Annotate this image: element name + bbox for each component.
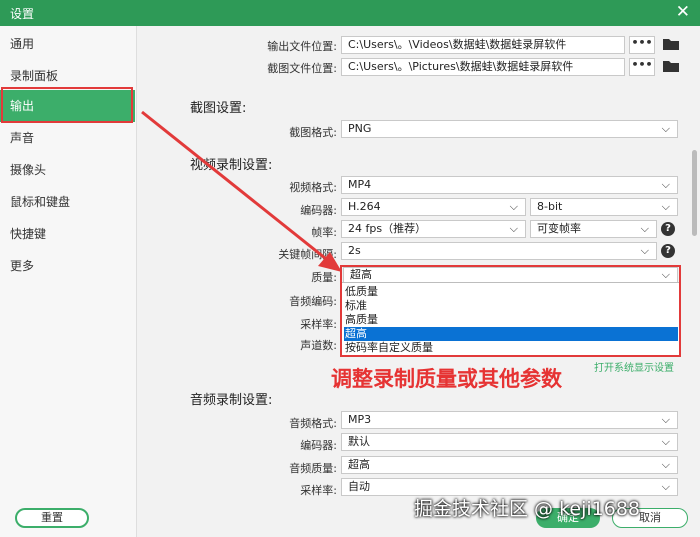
help-icon[interactable]: ? — [661, 244, 675, 258]
screenshot-settings-heading: 截图设置: — [190, 101, 247, 116]
keyframe-interval-label: 关键帧间隔: — [278, 248, 337, 261]
screenshot-folder-browse-button[interactable]: ••• — [629, 58, 655, 76]
annotation-text: 调整录制质量或其他参数 — [331, 367, 562, 391]
keyframe-interval-select[interactable]: 2s ⌵ — [341, 242, 657, 260]
folder-icon[interactable] — [663, 38, 679, 50]
audio-format-value: MP3 — [348, 413, 372, 426]
screenshot-folder-input[interactable]: C:\Users\。\Pictures\数据蛙\数据蛙录屏软件 — [341, 58, 625, 76]
chevron-down-icon: ⌵ — [661, 458, 670, 471]
video-format-select[interactable]: MP4 ⌵ — [341, 176, 678, 194]
chevron-down-icon: ⌵ — [661, 480, 670, 493]
reset-button[interactable]: 重置 — [15, 508, 89, 528]
sidebar-item-mouse-keyboard[interactable]: 鼠标和键盘 — [0, 186, 135, 218]
video-encoder-label: 编码器: — [300, 204, 337, 217]
sample-rate-label: 采样率: — [300, 318, 337, 331]
chevron-down-icon: ⌵ — [509, 200, 518, 213]
video-format-value: MP4 — [348, 178, 372, 191]
sidebar-item-hotkeys[interactable]: 快捷键 — [0, 218, 135, 250]
audio-format-label: 音频格式: — [289, 417, 337, 430]
open-display-settings-link[interactable]: 打开系统显示设置 — [594, 359, 674, 374]
bit-depth-select[interactable]: 8-bit ⌵ — [530, 198, 678, 216]
screenshot-folder-label: 截图文件位置: — [267, 62, 337, 75]
quality-highlight-box — [340, 265, 681, 357]
audio-codec-label: 编码器: — [300, 439, 337, 452]
scrollbar-thumb[interactable] — [692, 150, 697, 236]
output-folder-label: 输出文件位置: — [267, 40, 337, 53]
sidebar-item-more[interactable]: 更多 — [0, 250, 135, 282]
video-format-label: 视频格式: — [289, 181, 337, 194]
audio-format-select[interactable]: MP3 ⌵ — [341, 411, 678, 429]
framerate-label: 帧率: — [311, 226, 337, 239]
audio-quality-select[interactable]: 超高 ⌵ — [341, 456, 678, 474]
framerate-mode-select[interactable]: 可变帧率 ⌵ — [530, 220, 657, 238]
title-bar: 设置 ✕ — [0, 0, 700, 26]
screenshot-format-select[interactable]: PNG ⌵ — [341, 120, 678, 138]
channels-label: 声道数: — [300, 339, 337, 352]
chevron-down-icon: ⌵ — [640, 244, 649, 257]
folder-icon[interactable] — [663, 60, 679, 72]
window-title: 设置 — [10, 7, 35, 21]
watermark: 掘金技术社区 @ keji1688 — [414, 498, 641, 520]
output-folder-input[interactable]: C:\Users\。\Videos\数据蛙\数据蛙录屏软件 — [341, 36, 625, 54]
audio-sample-rate-label: 采样率: — [300, 484, 337, 497]
audio-sample-rate-value: 自动 — [348, 480, 370, 493]
audio-codec-value: 默认 — [348, 435, 370, 448]
chevron-down-icon: ⌵ — [661, 178, 670, 191]
screenshot-format-label: 截图格式: — [289, 126, 337, 139]
quality-label: 质量: — [311, 271, 337, 284]
video-encoder-select[interactable]: H.264 ⌵ — [341, 198, 526, 216]
help-icon[interactable]: ? — [661, 222, 675, 236]
close-icon[interactable]: ✕ — [676, 2, 690, 22]
framerate-value: 24 fps（推荐） — [348, 222, 427, 235]
chevron-down-icon: ⌵ — [661, 413, 670, 426]
keyframe-interval-value: 2s — [348, 244, 361, 257]
audio-settings-heading: 音频录制设置: — [190, 393, 273, 408]
chevron-down-icon: ⌵ — [509, 222, 518, 235]
chevron-down-icon: ⌵ — [661, 435, 670, 448]
scrollbar[interactable] — [690, 26, 700, 506]
framerate-mode-value: 可变帧率 — [537, 222, 581, 235]
video-settings-heading: 视频录制设置: — [190, 158, 273, 173]
bit-depth-value: 8-bit — [537, 200, 563, 213]
output-highlight-box — [1, 87, 133, 123]
audio-quality-label: 音频质量: — [289, 462, 337, 475]
video-encoder-value: H.264 — [348, 200, 381, 213]
audio-encoder-label: 音频编码: — [289, 295, 337, 308]
screenshot-format-value: PNG — [348, 122, 372, 135]
sidebar-item-general[interactable]: 通用 — [0, 28, 135, 60]
sidebar-item-sound[interactable]: 声音 — [0, 122, 135, 154]
chevron-down-icon: ⌵ — [661, 122, 670, 135]
audio-quality-value: 超高 — [348, 458, 370, 471]
chevron-down-icon: ⌵ — [661, 200, 670, 213]
chevron-down-icon: ⌵ — [640, 222, 649, 235]
sidebar-item-camera[interactable]: 摄像头 — [0, 154, 135, 186]
output-folder-browse-button[interactable]: ••• — [629, 36, 655, 54]
audio-codec-select[interactable]: 默认 ⌵ — [341, 433, 678, 451]
framerate-select[interactable]: 24 fps（推荐） ⌵ — [341, 220, 526, 238]
